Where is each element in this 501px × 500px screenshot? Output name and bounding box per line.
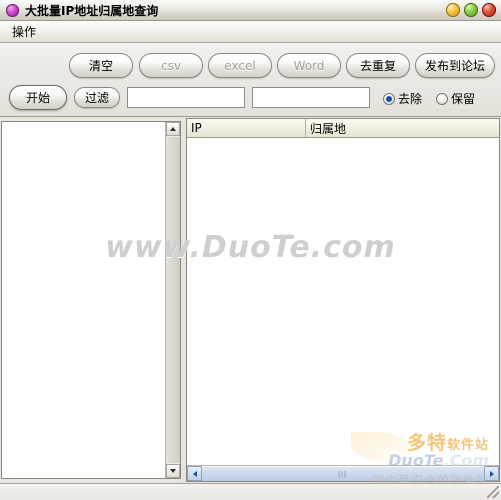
close-button[interactable] xyxy=(482,3,496,17)
menu-bar: 操作 xyxy=(0,21,501,43)
left-scroll-down-button[interactable] xyxy=(166,464,180,478)
radio-remove-label: 去除 xyxy=(398,92,423,106)
clear-button[interactable]: 清空 xyxy=(69,53,133,78)
results-table-panel: IP 归属地 xyxy=(186,118,500,482)
table-scroll-right-button[interactable] xyxy=(484,466,499,481)
maximize-button[interactable] xyxy=(464,3,478,17)
column-header-location[interactable]: 归属地 xyxy=(306,119,499,137)
table-scroll-left-button[interactable] xyxy=(187,466,202,481)
column-header-ip[interactable]: IP xyxy=(187,119,306,137)
application-window: 大批量IP地址归属地查询 操作 清空 csv excel Word 去重复 发布… xyxy=(0,0,501,500)
table-horizontal-scrollbar[interactable] xyxy=(187,465,499,481)
table-hscroll-thumb[interactable] xyxy=(202,466,484,481)
scroll-grip-icon xyxy=(338,471,348,478)
radio-selected-icon xyxy=(383,92,395,105)
chevron-right-icon xyxy=(489,470,494,477)
export-excel-button[interactable]: excel xyxy=(208,53,272,78)
app-globe-icon xyxy=(6,3,19,17)
deduplicate-button[interactable]: 去重复 xyxy=(346,53,410,78)
ip-input-textarea[interactable] xyxy=(2,122,164,478)
table-header-row: IP 归属地 xyxy=(187,119,499,138)
resize-grip-icon[interactable] xyxy=(487,486,499,498)
left-scroll-up-button[interactable] xyxy=(166,122,180,136)
filter-input-secondary[interactable] xyxy=(252,87,370,108)
filter-input-primary[interactable] xyxy=(127,87,245,108)
export-word-button[interactable]: Word xyxy=(277,53,341,78)
window-controls xyxy=(446,3,496,17)
radio-keep-label: 保留 xyxy=(451,92,476,106)
radio-unselected-icon xyxy=(436,92,448,105)
main-content: IP 归属地 xyxy=(0,117,501,483)
publish-to-forum-button[interactable]: 发布到论坛 xyxy=(415,53,495,78)
export-csv-button[interactable]: csv xyxy=(139,53,203,78)
chevron-down-icon xyxy=(170,469,176,473)
ip-input-panel xyxy=(1,121,181,479)
start-button[interactable]: 开始 xyxy=(9,85,67,110)
left-panel-vertical-scrollbar[interactable] xyxy=(165,122,180,478)
minimize-button[interactable] xyxy=(446,3,460,17)
menu-item-operations[interactable]: 操作 xyxy=(4,21,44,42)
title-bar: 大批量IP地址归属地查询 xyxy=(0,0,501,21)
panel-splitter[interactable] xyxy=(181,117,185,483)
left-scroll-track[interactable] xyxy=(166,137,180,463)
filter-button[interactable]: 过滤 xyxy=(74,87,120,108)
chevron-left-icon xyxy=(192,470,197,477)
window-title: 大批量IP地址归属地查询 xyxy=(25,3,159,18)
table-body xyxy=(187,138,499,465)
radio-keep[interactable]: 保留 xyxy=(436,90,475,107)
chevron-up-icon xyxy=(170,127,176,131)
radio-remove[interactable]: 去除 xyxy=(383,90,422,107)
status-bar xyxy=(0,483,501,500)
toolbar: 清空 csv excel Word 去重复 发布到论坛 开始 过滤 去除 保留 xyxy=(0,43,501,117)
